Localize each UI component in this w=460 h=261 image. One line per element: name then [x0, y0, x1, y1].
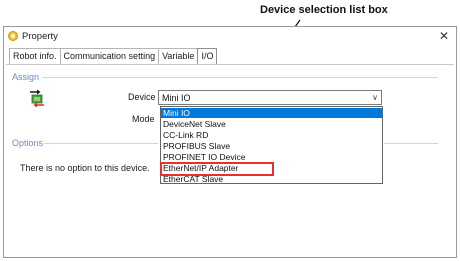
mode-label: Mode — [132, 114, 155, 124]
device-select[interactable]: Mini IO ∨ — [158, 90, 382, 105]
window-title: Property — [22, 31, 58, 42]
io-transfer-icon — [30, 89, 44, 108]
tab-divider — [6, 64, 454, 65]
device-option-cc-link-rd[interactable]: CC-Link RD — [161, 130, 382, 140]
assign-group-label: Assign — [12, 72, 40, 82]
device-label: Device — [128, 92, 156, 102]
tab-variable[interactable]: Variable — [158, 48, 199, 64]
assign-group-divider — [42, 77, 438, 78]
options-group-divider-right — [384, 143, 438, 144]
options-group-label: Options — [12, 138, 44, 148]
device-select-value: Mini IO — [162, 93, 191, 103]
tab-robot-info[interactable]: Robot info. — [9, 48, 61, 64]
device-option-profibus-slave[interactable]: PROFIBUS Slave — [161, 141, 382, 151]
ethernet-ip-highlight — [160, 162, 274, 176]
device-option-devicenet-slave[interactable]: DeviceNet Slave — [161, 119, 382, 129]
tab-io[interactable]: I/O — [197, 48, 218, 65]
tab-communication-setting[interactable]: Communication setting — [59, 48, 160, 64]
chevron-down-icon[interactable]: ∨ — [372, 91, 378, 104]
tab-strip: Robot info. Communication setting Variab… — [9, 48, 218, 65]
callout-label: Device selection list box — [260, 4, 388, 16]
close-button[interactable]: ✕ — [437, 29, 451, 43]
device-option-mini-io[interactable]: Mini IO — [161, 108, 382, 118]
app-gear-icon — [8, 31, 18, 41]
device-option-profinet-io-device[interactable]: PROFINET IO Device — [161, 152, 382, 162]
options-group-divider-left — [44, 143, 158, 144]
no-option-message: There is no option to this device. — [20, 163, 150, 173]
title-bar: Property ✕ — [4, 27, 456, 46]
